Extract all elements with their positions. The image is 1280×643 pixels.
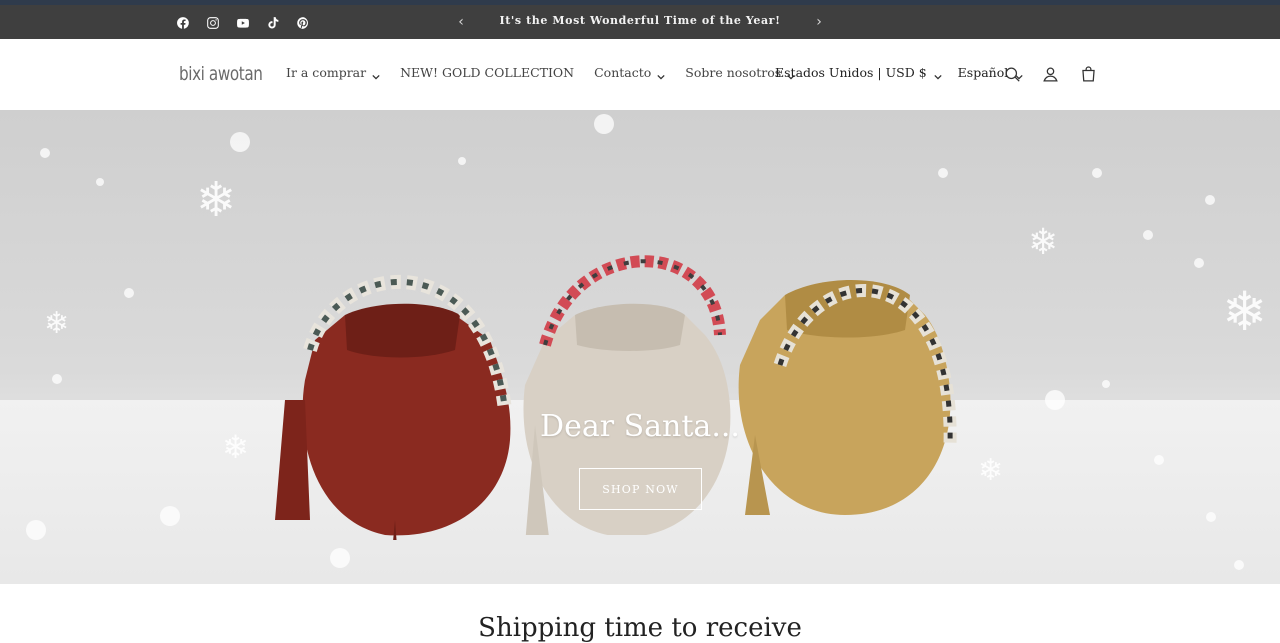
snow-dot xyxy=(1194,258,1204,268)
snowflake-icon: ❄ xyxy=(44,306,70,341)
announcement-next-button[interactable]: › xyxy=(810,13,828,31)
instagram-icon[interactable] xyxy=(204,14,222,32)
nav-item-label: Ir a comprar xyxy=(286,65,367,80)
snow-dot xyxy=(1102,380,1110,388)
snowflake-icon: ❄ xyxy=(1028,222,1059,263)
nav-item-contacto[interactable]: Contacto xyxy=(594,65,665,80)
country-currency-label: Estados Unidos | USD $ xyxy=(775,65,927,80)
nav-item-ir-a-comprar[interactable]: Ir a comprar xyxy=(286,65,380,80)
announcement-bar: ‹ It's the Most Wonderful Time of the Ye… xyxy=(0,5,1280,39)
snow-dot xyxy=(1092,168,1102,178)
snow-dot xyxy=(124,288,134,298)
nav-item-gold-collection[interactable]: NEW! GOLD COLLECTION xyxy=(400,65,574,80)
nav-item-label: NEW! GOLD COLLECTION xyxy=(400,65,575,80)
country-selector[interactable]: Estados Unidos | USD $ xyxy=(775,65,942,80)
cart-icon[interactable] xyxy=(1078,64,1098,84)
account-icon[interactable] xyxy=(1040,64,1060,84)
snow-dot xyxy=(1205,195,1215,205)
snow-dot xyxy=(1045,390,1065,410)
nav-item-label: Sobre nosotros xyxy=(685,65,782,80)
snow-dot xyxy=(96,178,104,186)
red-bucket-bag-image xyxy=(275,275,512,540)
snow-dot xyxy=(40,148,50,158)
hero-banner: ❄ ❄ ❄ ❄ ❄ ❄ Dear Santa... SHOP NOW xyxy=(0,110,1280,584)
chevron-down-icon xyxy=(934,69,942,80)
section-title: Shipping time to receive xyxy=(478,613,802,643)
snow-dot xyxy=(26,520,46,540)
search-icon[interactable] xyxy=(1002,64,1022,84)
snow-dot xyxy=(1206,512,1216,522)
announcement-prev-button[interactable]: ‹ xyxy=(452,13,470,31)
snow-dot xyxy=(1143,230,1153,240)
pinterest-icon[interactable] xyxy=(294,14,312,32)
tiktok-icon[interactable] xyxy=(264,14,282,32)
chevron-down-icon xyxy=(657,69,665,80)
snow-dot xyxy=(52,374,62,384)
snow-dot xyxy=(938,168,948,178)
site-header: bixi awotan Ir a comprar NEW! GOLD COLLE… xyxy=(0,39,1280,111)
snow-dot xyxy=(594,114,614,134)
localization: Estados Unidos | USD $ Español xyxy=(775,65,1023,80)
snow-dot xyxy=(1234,560,1244,570)
snowflake-icon: ❄ xyxy=(196,172,237,228)
snow-dot xyxy=(1154,455,1164,465)
youtube-icon[interactable] xyxy=(234,14,252,32)
language-label: Español xyxy=(957,65,1009,80)
shop-now-button[interactable]: SHOP NOW xyxy=(579,468,702,510)
snowflake-icon: ❄ xyxy=(1222,280,1268,343)
announcement-text: It's the Most Wonderful Time of the Year… xyxy=(499,14,781,27)
gold-bucket-bag-image xyxy=(738,280,957,515)
snow-dot xyxy=(160,506,180,526)
header-icons xyxy=(1002,64,1098,84)
facebook-icon[interactable] xyxy=(174,14,192,32)
hero-title: Dear Santa... xyxy=(540,409,740,444)
chevron-down-icon xyxy=(372,69,380,80)
snow-dot xyxy=(330,548,350,568)
main-nav: Ir a comprar NEW! GOLD COLLECTION Contac… xyxy=(286,65,795,80)
social-links xyxy=(174,14,312,32)
snow-dot xyxy=(230,132,250,152)
nav-item-label: Contacto xyxy=(594,65,652,80)
snowflake-icon: ❄ xyxy=(978,453,1004,488)
snow-dot xyxy=(458,157,466,165)
site-logo[interactable]: bixi awotan xyxy=(179,63,263,85)
